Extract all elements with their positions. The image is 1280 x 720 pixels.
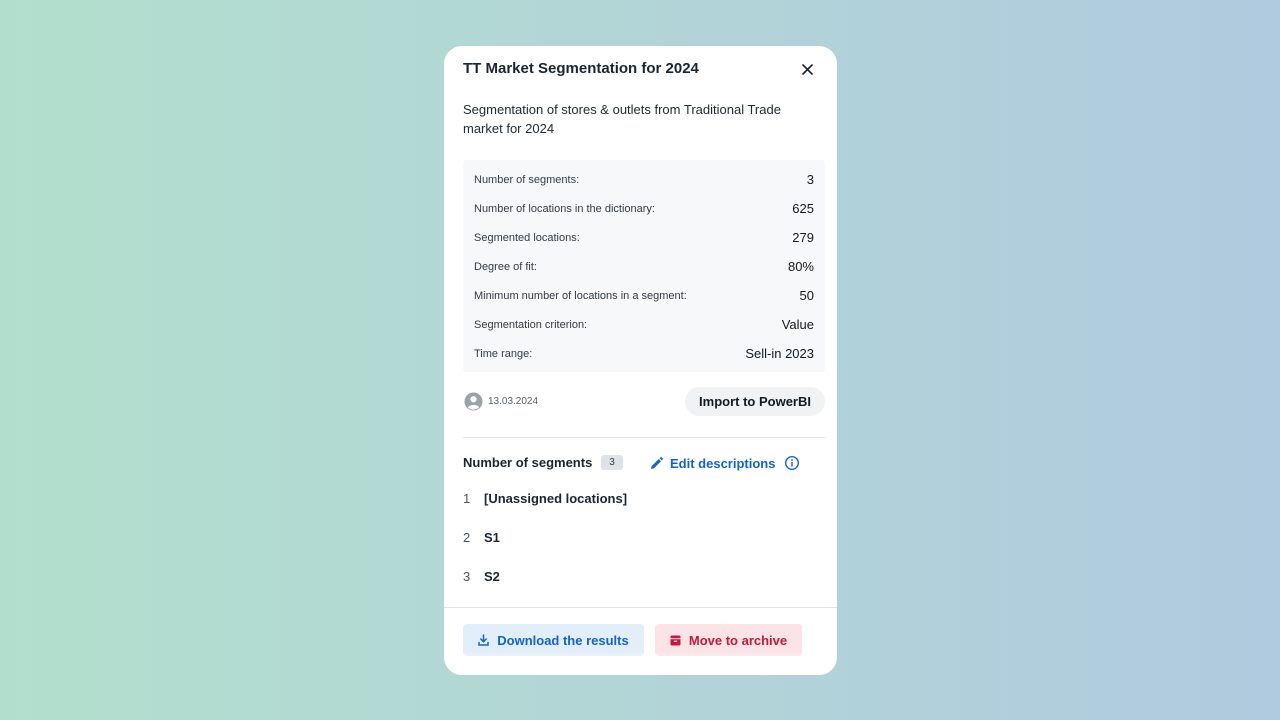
stat-value: 80%	[787, 259, 814, 274]
edit-descriptions-button[interactable]: Edit descriptions	[650, 453, 775, 473]
stat-row: Number of segments: 3	[474, 165, 814, 194]
stat-label: Segmentation criterion:	[474, 318, 588, 331]
stat-value: 3	[806, 172, 814, 187]
segment-number: 3	[463, 569, 471, 584]
segment-number: 2	[463, 530, 471, 545]
footer-divider	[444, 607, 837, 608]
segments-title: Number of segments	[463, 455, 593, 470]
pencil-icon	[651, 456, 663, 469]
archive-icon	[670, 635, 681, 645]
stat-label: Minimum number of locations in a segment…	[474, 289, 687, 302]
segments-header: Number of segments 3 Edit descriptions	[463, 453, 825, 473]
segments-count-badge: 3	[601, 455, 623, 470]
stat-row: Number of locations in the dictionary: 6…	[474, 194, 814, 223]
stat-row: Segmented locations: 279	[474, 223, 814, 252]
edit-descriptions-label: Edit descriptions	[670, 455, 776, 471]
created-date: 13.03.2024	[488, 396, 539, 407]
segments-list: 1 [Unassigned locations] 2 S1 3 S2	[463, 491, 825, 608]
stat-value: 279	[792, 230, 814, 245]
download-label: Download the results	[497, 632, 629, 648]
panel-title: TT Market Segmentation for 2024	[463, 60, 699, 77]
archive-label: Move to archive	[688, 632, 788, 648]
panel-description: Segmentation of stores & outlets from Tr…	[463, 102, 781, 136]
list-item: 2 S1	[463, 530, 825, 569]
segment-name: S1	[484, 530, 500, 545]
stats-box: Number of segments: 3 Number of location…	[463, 160, 825, 372]
bottom-fade	[444, 651, 837, 675]
stat-row: Minimum number of locations in a segment…	[474, 281, 814, 310]
download-icon	[478, 634, 490, 646]
stat-label: Segmented locations:	[474, 231, 580, 244]
close-icon	[801, 63, 813, 75]
close-button[interactable]	[796, 58, 818, 80]
divider	[463, 437, 825, 438]
list-item: 1 [Unassigned locations]	[463, 491, 825, 530]
segment-name: S2	[484, 569, 500, 584]
segmentation-details-panel: TT Market Segmentation for 2024 Segmenta…	[444, 46, 837, 675]
info-icon[interactable]	[784, 455, 800, 471]
segment-name: [Unassigned locations]	[484, 491, 628, 506]
stat-label: Degree of fit:	[474, 260, 537, 273]
stat-row: Time range: Sell-in 2023	[474, 339, 814, 368]
stat-value: Value	[781, 317, 814, 332]
stat-label: Time range:	[474, 347, 533, 360]
import-powerbi-button[interactable]: Import to PowerBI	[685, 387, 825, 416]
stat-value: 625	[792, 201, 814, 216]
stat-label: Number of segments:	[474, 173, 580, 186]
stat-row: Segmentation criterion: Value	[474, 310, 814, 339]
list-item: 3 S2	[463, 569, 825, 608]
stat-value: 50	[799, 288, 814, 303]
meta-row: 13.03.2024 Import to PowerBI	[463, 387, 825, 416]
segment-number: 1	[463, 491, 471, 506]
user-icon	[464, 392, 483, 411]
stat-label: Number of locations in the dictionary:	[474, 202, 655, 215]
stat-value: Sell-in 2023	[745, 346, 814, 361]
panel-header: TT Market Segmentation for 2024	[463, 60, 818, 78]
stat-row: Degree of fit: 80%	[474, 252, 814, 281]
